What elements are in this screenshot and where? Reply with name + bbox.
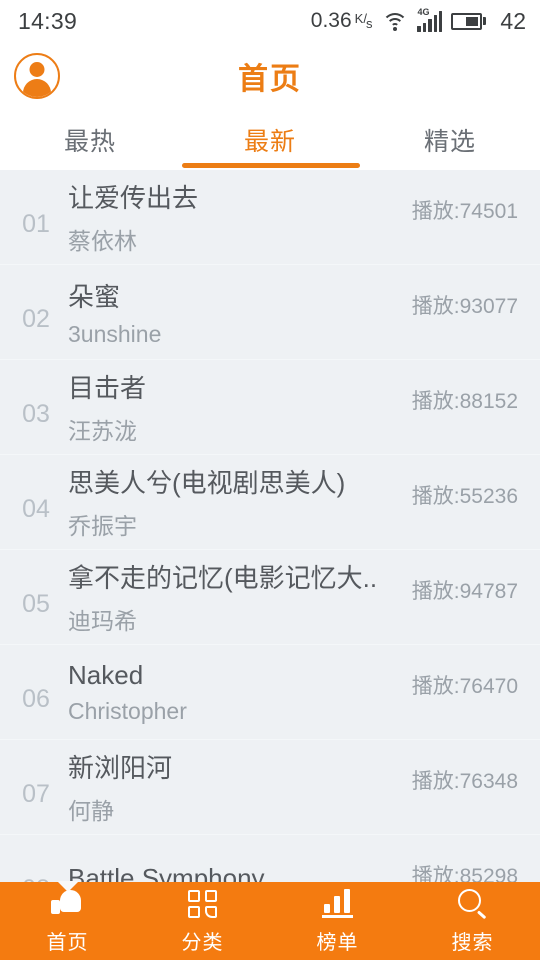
- user-avatar-icon: [14, 53, 60, 99]
- play-count: 播放:76470: [411, 675, 518, 698]
- active-tab-indicator: [182, 163, 360, 168]
- song-title: Naked: [68, 659, 144, 690]
- grid-icon: [186, 888, 220, 920]
- row-content: 目击者 汪苏泷: [60, 368, 402, 446]
- song-artist: 汪苏泷: [68, 418, 137, 444]
- row-rank: 06: [22, 684, 50, 713]
- table-row[interactable]: 06 Naked Christopher 播放:76470: [0, 645, 540, 740]
- tab-hottest[interactable]: 最热: [0, 110, 180, 170]
- song-artist: 蔡依林: [68, 228, 137, 254]
- search-icon: [456, 888, 490, 920]
- table-row[interactable]: 03 目击者 汪苏泷 播放:88152: [0, 360, 540, 455]
- nav-label-home: 首页: [46, 931, 89, 954]
- play-count: 播放:85298: [411, 865, 518, 882]
- song-title: 目击者: [68, 373, 147, 403]
- song-artist: 何静: [68, 798, 114, 824]
- app-root: 14:39 0.36 K/s 4G 42 首页 最热 最新 精选 01 让爱传出…: [0, 0, 540, 960]
- table-row[interactable]: 04 思美人兮(电视剧思美人) 乔振宇 播放:55236: [0, 455, 540, 550]
- nav-item-category[interactable]: 分类: [135, 882, 270, 960]
- thumbs-up-icon: [50, 888, 85, 920]
- play-count: 播放:88152: [411, 390, 518, 413]
- page-title: 首页: [238, 63, 302, 96]
- play-count: 播放:93077: [411, 295, 518, 318]
- battery-percent: 42: [500, 7, 526, 34]
- nav-item-search[interactable]: 搜索: [405, 882, 540, 960]
- app-header: 首页: [0, 42, 540, 110]
- row-rank: 07: [22, 779, 50, 808]
- nav-label-search: 搜索: [451, 931, 494, 954]
- row-content: Naked Christopher: [60, 660, 402, 725]
- song-artist: 3unshine: [68, 320, 162, 347]
- speed-unit-denominator: s: [365, 16, 373, 31]
- speed-unit-numerator: K: [354, 11, 364, 26]
- row-content: 新浏阳河 何静: [60, 748, 402, 826]
- play-count: 播放:94787: [411, 580, 518, 603]
- row-content: Battle Symphony: [60, 863, 402, 882]
- wifi-icon: [382, 11, 409, 31]
- row-content: 朵蜜 3unshine: [60, 277, 402, 348]
- song-title: 让爱传出去: [68, 183, 199, 213]
- row-content: 思美人兮(电视剧思美人) 乔振宇: [60, 463, 402, 541]
- song-title: Battle Symphony: [68, 863, 265, 882]
- tab-newest[interactable]: 最新: [180, 110, 360, 170]
- cellular-signal-icon: 4G: [417, 7, 443, 32]
- play-count: 播放:74501: [411, 200, 518, 223]
- nav-item-chart[interactable]: 榜单: [270, 882, 405, 960]
- table-row[interactable]: 08 Battle Symphony 播放:85298: [0, 835, 540, 882]
- table-row[interactable]: 07 新浏阳河 何静 播放:76348: [0, 740, 540, 835]
- row-rank: 02: [22, 304, 50, 333]
- song-title: 思美人兮(电视剧思美人): [68, 468, 346, 498]
- play-count: 播放:76348: [411, 770, 518, 793]
- tab-bar: 最热 最新 精选: [0, 110, 540, 170]
- bottom-navigation: 首页 分类 榜单 搜索: [0, 881, 540, 960]
- network-speed-unit: K/s: [354, 11, 373, 31]
- user-avatar-button[interactable]: [14, 53, 60, 99]
- row-rank: 04: [22, 494, 50, 523]
- nav-item-home[interactable]: 首页: [0, 881, 135, 960]
- battery-icon: [451, 12, 487, 30]
- nav-label-chart: 榜单: [316, 931, 359, 954]
- play-count: 播放:55236: [411, 485, 518, 508]
- song-list[interactable]: 01 让爱传出去 蔡依林 播放:74501 02 朵蜜 3unshine 播放:…: [0, 170, 540, 882]
- song-title: 新浏阳河: [68, 753, 173, 783]
- song-title: 拿不走的记忆(电影记忆大..: [68, 563, 378, 593]
- network-type-label: 4G: [417, 7, 430, 17]
- song-artist: Christopher: [68, 697, 187, 724]
- row-rank: 03: [22, 399, 50, 428]
- row-rank: 08: [12, 861, 60, 883]
- status-time: 14:39: [18, 7, 78, 34]
- network-speed-value: 0.36: [310, 9, 352, 32]
- row-content: 让爱传出去 蔡依林: [60, 178, 402, 256]
- row-content: 拿不走的记忆(电影记忆大.. 迪玛希: [60, 558, 402, 636]
- song-artist: 乔振宇: [68, 513, 137, 539]
- table-row[interactable]: 01 让爱传出去 蔡依林 播放:74501: [0, 170, 540, 265]
- tab-featured[interactable]: 精选: [360, 110, 540, 170]
- song-title: 朵蜜: [68, 281, 121, 312]
- row-rank: 05: [22, 589, 50, 618]
- table-row[interactable]: 05 拿不走的记忆(电影记忆大.. 迪玛希 播放:94787: [0, 550, 540, 645]
- nav-label-category: 分类: [181, 931, 224, 954]
- status-indicators: 0.36 K/s 4G 42: [311, 7, 526, 35]
- bar-chart-icon: [321, 888, 355, 920]
- table-row[interactable]: 02 朵蜜 3unshine 播放:93077: [0, 265, 540, 360]
- row-rank: 01: [22, 209, 50, 238]
- status-bar: 14:39 0.36 K/s 4G 42: [0, 0, 540, 42]
- network-speed: 0.36 K/s: [311, 9, 374, 33]
- song-artist: 迪玛希: [68, 608, 137, 634]
